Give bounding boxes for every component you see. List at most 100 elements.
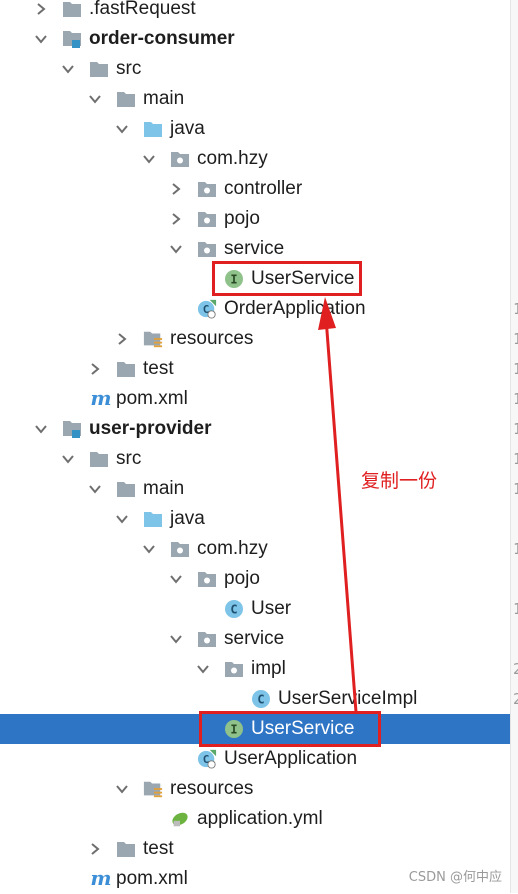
- tree-row-resources[interactable]: resources: [0, 324, 510, 354]
- tree-row-service[interactable]: service: [0, 624, 510, 654]
- tree-label: User: [251, 598, 292, 619]
- chevron-right-icon[interactable]: [88, 362, 102, 376]
- tree-row-impl[interactable]: impl: [0, 654, 510, 684]
- tree-row-service[interactable]: service: [0, 234, 510, 264]
- tree-label: src: [116, 58, 142, 79]
- annotation-box-copy-source: [199, 711, 381, 747]
- tree-label: resources: [170, 778, 254, 799]
- folder-icon: [116, 359, 136, 379]
- line-number: 1: [513, 390, 518, 408]
- chevron-right-icon[interactable]: [169, 212, 183, 226]
- package-icon: [197, 209, 217, 229]
- tree-label: test: [143, 838, 174, 859]
- tree-row-package[interactable]: com.hzy: [0, 534, 510, 564]
- tree-label: java: [170, 118, 205, 139]
- chevron-down-icon[interactable]: [142, 152, 156, 166]
- resources-folder-icon: [143, 329, 163, 349]
- tree-label: user-provider: [89, 418, 212, 439]
- tree-row-test[interactable]: test: [0, 834, 510, 864]
- tree-row-java[interactable]: java: [0, 504, 510, 534]
- tree-row-package[interactable]: com.hzy: [0, 144, 510, 174]
- folder-icon: [116, 89, 136, 109]
- chevron-down-icon[interactable]: [142, 542, 156, 556]
- chevron-down-icon[interactable]: [34, 422, 48, 436]
- tree-row-test[interactable]: test: [0, 354, 510, 384]
- class-icon: C: [251, 689, 271, 709]
- tree-row-main[interactable]: main: [0, 84, 510, 114]
- tree-label: controller: [224, 178, 303, 199]
- tree-row-user-application[interactable]: C UserApplication: [0, 744, 510, 774]
- tree-label: java: [170, 508, 205, 529]
- tree-row-src[interactable]: src: [0, 54, 510, 84]
- line-number: 1: [513, 450, 518, 468]
- chevron-down-icon[interactable]: [169, 572, 183, 586]
- tree-label: src: [116, 448, 142, 469]
- tree-row-pojo[interactable]: pojo: [0, 564, 510, 594]
- tree-label: test: [143, 358, 174, 379]
- tree-row-controller[interactable]: controller: [0, 174, 510, 204]
- tree-label: order-consumer: [89, 28, 235, 49]
- tree-label: UserApplication: [224, 748, 358, 769]
- tree-label: pojo: [224, 568, 260, 589]
- tree-row-userserviceimpl[interactable]: C UserServiceImpl: [0, 684, 510, 714]
- line-number: 1: [513, 420, 518, 438]
- folder-icon: [62, 0, 82, 19]
- chevron-down-icon[interactable]: [88, 482, 102, 496]
- folder-icon: [89, 59, 109, 79]
- tree-label: com.hzy: [197, 148, 268, 169]
- package-icon: [224, 659, 244, 679]
- chevron-right-icon[interactable]: [115, 332, 129, 346]
- annotation-label: 复制一份: [361, 470, 438, 492]
- tree-label: resources: [170, 328, 254, 349]
- tree-row-application-yml[interactable]: application.yml: [0, 804, 510, 834]
- line-number: 1: [513, 360, 518, 378]
- chevron-right-icon[interactable]: [169, 182, 183, 196]
- chevron-down-icon[interactable]: [34, 32, 48, 46]
- package-icon: [197, 239, 217, 259]
- class-icon: C: [224, 599, 244, 619]
- chevron-down-icon[interactable]: [115, 122, 129, 136]
- chevron-right-icon[interactable]: [34, 2, 48, 16]
- chevron-down-icon[interactable]: [61, 62, 75, 76]
- tree-label: main: [143, 88, 185, 109]
- spring-boot-class-icon: C: [197, 749, 217, 769]
- chevron-down-icon[interactable]: [169, 242, 183, 256]
- maven-icon: m: [89, 389, 113, 409]
- tree-row-user[interactable]: C User: [0, 594, 510, 624]
- chevron-down-icon[interactable]: [115, 512, 129, 526]
- package-icon: [170, 539, 190, 559]
- svg-text:m: m: [90, 869, 111, 889]
- tree-row-pojo[interactable]: pojo: [0, 204, 510, 234]
- line-number: 2: [513, 660, 518, 678]
- tree-label: pom.xml: [116, 388, 188, 409]
- tree-label: com.hzy: [197, 538, 268, 559]
- chevron-down-icon[interactable]: [169, 632, 183, 646]
- svg-text:C: C: [257, 693, 264, 707]
- line-number: 1: [513, 300, 518, 318]
- tree-row-java[interactable]: java: [0, 114, 510, 144]
- chevron-down-icon[interactable]: [61, 452, 75, 466]
- tree-row-user-provider[interactable]: user-provider: [0, 414, 510, 444]
- tree-label: OrderApplication: [224, 298, 366, 319]
- chevron-down-icon[interactable]: [196, 662, 210, 676]
- spring-boot-class-icon: C: [197, 299, 217, 319]
- resources-folder-icon: [143, 779, 163, 799]
- folder-icon: [116, 839, 136, 859]
- tree-row-pom[interactable]: m pom.xml: [0, 384, 510, 414]
- spring-config-icon: [170, 809, 190, 829]
- source-folder-icon: [143, 509, 163, 529]
- chevron-right-icon[interactable]: [88, 842, 102, 856]
- package-icon: [197, 569, 217, 589]
- tree-row-fastrequest[interactable]: .fastRequest: [0, 0, 510, 24]
- tree-row-order-application[interactable]: C OrderApplication: [0, 294, 510, 324]
- editor-gutter: 1 1 1 1 1 1 1 1 1 2 2: [510, 0, 518, 893]
- chevron-down-icon[interactable]: [88, 92, 102, 106]
- svg-text:m: m: [90, 389, 111, 409]
- module-folder-icon: [62, 419, 82, 439]
- package-icon: [197, 629, 217, 649]
- tree-row-resources[interactable]: resources: [0, 774, 510, 804]
- watermark: CSDN @何中应: [408, 870, 502, 885]
- tree-row-order-consumer[interactable]: order-consumer: [0, 24, 510, 54]
- tree-label: pom.xml: [116, 868, 188, 889]
- chevron-down-icon[interactable]: [115, 782, 129, 796]
